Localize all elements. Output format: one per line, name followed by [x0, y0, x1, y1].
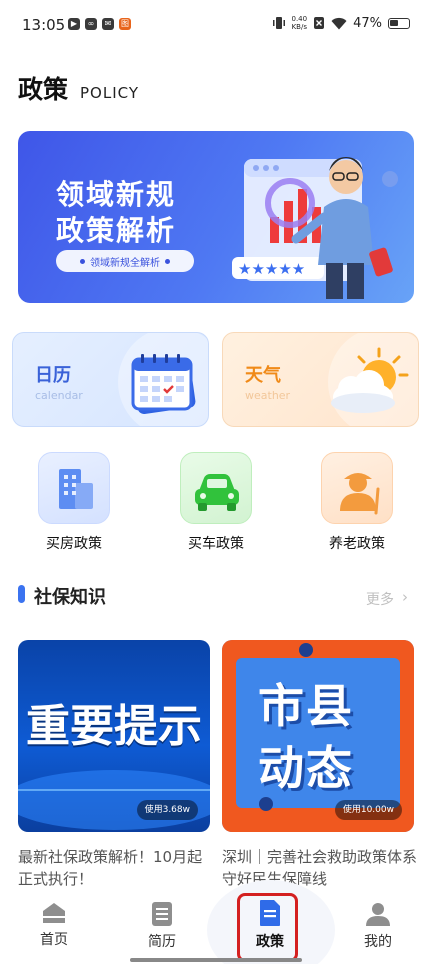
home-indicator: [130, 958, 302, 962]
calendar-icon: [131, 354, 196, 415]
calendar-card[interactable]: 日历 calendar: [12, 332, 209, 427]
resume-icon: [152, 902, 172, 926]
nav-profile[interactable]: 我的: [342, 901, 414, 951]
battery-icon: [388, 17, 410, 29]
status-time: 13:05: [22, 16, 66, 34]
net-speed: 0.40 KB/s: [292, 15, 308, 31]
car-policy-label: 买车政策: [188, 536, 244, 552]
car-icon: [195, 474, 239, 511]
building-icon: [59, 469, 93, 509]
policy-banner[interactable]: 领域新规 政策解析 领域新规全解析 ★★★★★: [18, 131, 414, 303]
weather-cloud-sun-icon: [331, 347, 409, 413]
pill-dot-right: [165, 258, 170, 264]
article-thumbnail-2[interactable]: 市县 动态 使用10.00w: [222, 640, 414, 832]
calendar-card-subtitle: calendar: [35, 389, 83, 402]
banner-pill-label: 领域新规全解析: [90, 257, 160, 269]
net-speed-unit: KB/s: [291, 23, 307, 31]
svg-text:★★★★★: ★★★★★: [238, 260, 305, 278]
nav-home[interactable]: 首页: [18, 901, 90, 949]
weather-card-subtitle: weather: [245, 389, 291, 402]
banner-line1: 领域新规: [56, 178, 177, 211]
more-link[interactable]: 更多: [366, 589, 394, 609]
section-title: 社保知识: [34, 587, 106, 608]
article-title-1[interactable]: 最新社保政策解析！10月起正式执行！: [18, 846, 214, 890]
status-bar: 13:05 ▶ ∞ ✉ 图 0.40 KB/s 47%: [0, 0, 432, 52]
pill-dot-left: [80, 258, 85, 264]
image-app-icon: 图: [119, 18, 131, 30]
banner-illustration: ★★★★★: [232, 157, 398, 299]
battery-percent: 47%: [353, 15, 382, 31]
usage-badge: 使用10.00w: [334, 800, 402, 820]
video-app-icon: ▶: [68, 18, 80, 30]
usage-badge: 使用3.68w: [136, 800, 198, 820]
nav-home-label: 首页: [40, 932, 68, 948]
elderly-policy-button[interactable]: [321, 452, 393, 524]
calendar-card-title: 日历: [35, 365, 71, 386]
article-thumbnail-1-text: 重要提示: [26, 701, 202, 752]
chevron-right-icon[interactable]: ›: [402, 588, 408, 606]
elderly-policy-label: 养老政策: [329, 536, 385, 552]
net-speed-value: 0.40: [291, 15, 308, 23]
banner-pill: 领域新规全解析: [56, 250, 194, 272]
home-icon: [43, 903, 65, 923]
profile-icon: [366, 903, 390, 926]
elderly-icon: [340, 473, 380, 515]
wifi-icon: [331, 17, 347, 29]
page-subtitle: POLICY: [80, 84, 140, 102]
sim-off-icon: [314, 17, 325, 29]
article-thumbnail-2-text-1: 市县: [258, 679, 354, 733]
article-thumbnail-2-text-2: 动态: [258, 741, 354, 795]
house-policy-button[interactable]: [38, 452, 110, 524]
page-title: 政策: [18, 75, 69, 104]
notification-icons: ▶ ∞ ✉ 图: [68, 18, 131, 30]
nav-highlight-box: [237, 893, 298, 962]
weather-card[interactable]: 天气 weather: [222, 332, 419, 427]
nav-resume[interactable]: 简历: [126, 901, 198, 951]
house-policy-label: 买房政策: [46, 536, 102, 552]
link-app-icon: ∞: [85, 18, 97, 30]
section-accent-bar: [18, 585, 25, 603]
weather-card-title: 天气: [245, 365, 281, 386]
mail-app-icon: ✉: [102, 18, 114, 30]
vibrate-icon: [272, 17, 285, 29]
car-policy-button[interactable]: [180, 452, 252, 524]
article-thumbnail-1[interactable]: 重要提示 使用3.68w: [18, 640, 210, 832]
nav-profile-label: 我的: [364, 934, 392, 950]
nav-resume-label: 简历: [148, 934, 176, 950]
banner-line2: 政策解析: [56, 214, 177, 247]
status-right: 0.40 KB/s 47%: [272, 15, 410, 31]
